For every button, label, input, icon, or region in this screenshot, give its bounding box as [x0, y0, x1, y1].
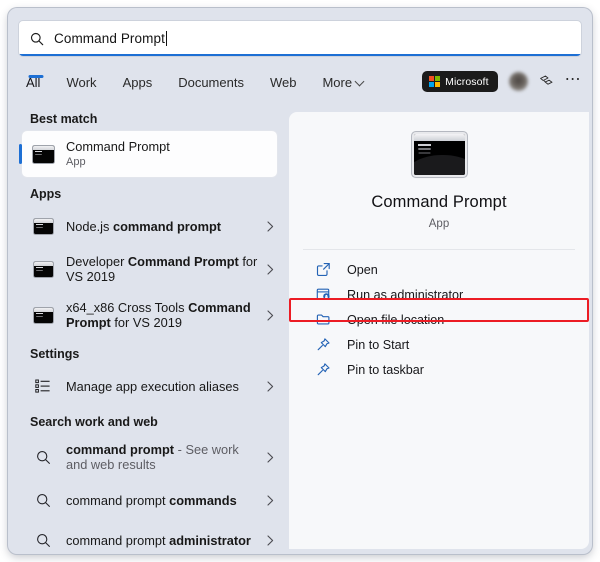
text-caret	[165, 31, 167, 46]
section-heading-settings: Settings	[30, 347, 80, 361]
tab-actions: Microsoft ⋯	[422, 71, 582, 92]
preview-title: Command Prompt	[371, 193, 507, 211]
section-best-match: Best match Command Prompt App	[8, 112, 289, 177]
pin-icon	[315, 336, 332, 353]
command-prompt-icon	[32, 215, 54, 237]
tab-work-label: Work	[66, 75, 97, 90]
preview-actions: Open Run as administrator Open file loca…	[289, 257, 589, 382]
preview-subtitle: App	[428, 218, 450, 230]
result-item-text: Node.js command prompt	[66, 219, 263, 234]
tab-apps-label: Apps	[122, 75, 153, 90]
web-result-title: command prompt commands	[66, 492, 237, 508]
web-result-text: command prompt administrator	[66, 533, 263, 548]
action-label: Pin to Start	[347, 337, 410, 352]
result-item-x64-cross-tools-command-prompt[interactable]: x64_x86 Cross Tools Command Prompt for V…	[22, 292, 277, 338]
result-item-title: Node.js command prompt	[66, 218, 222, 234]
action-label: Open	[347, 262, 378, 277]
section-heading-best-match: Best match	[30, 112, 98, 126]
result-item-text: Developer Command Prompt for VS 2019	[66, 254, 263, 284]
result-item-command-prompt[interactable]: Command Prompt App	[22, 131, 277, 177]
section-search-work-and-web: Search work and web command prompt - See…	[8, 415, 289, 554]
avatar[interactable]	[508, 72, 528, 91]
microsoft-logo-icon	[429, 76, 441, 87]
action-label: Run as administrator	[347, 287, 464, 302]
search-icon	[30, 32, 44, 46]
chevron-down-icon	[354, 76, 365, 86]
preview-panel: Command Prompt App Open Run as administr…	[289, 112, 589, 549]
web-result-command-prompt-administrator[interactable]: command prompt administrator	[22, 520, 277, 554]
result-item-manage-app-execution-aliases[interactable]: Manage app execution aliases	[22, 366, 277, 406]
tab-more[interactable]: More	[309, 70, 376, 90]
search-bar: Command Prompt	[18, 20, 582, 57]
action-label: Pin to taskbar	[347, 362, 425, 377]
tab-work[interactable]: Work	[53, 70, 109, 90]
search-query-text: Command Prompt	[54, 31, 165, 46]
tab-strip: All Work Apps Documents Web More Microso…	[18, 70, 582, 106]
run-as-admin-icon	[315, 286, 332, 303]
pin-icon	[315, 361, 332, 378]
tab-documents-label: Documents	[178, 75, 244, 90]
result-item-subtitle: App	[66, 156, 86, 168]
chevron-right-icon[interactable]	[263, 494, 277, 506]
more-options-icon[interactable]: ⋯	[565, 71, 582, 89]
section-apps: Apps Node.js command prompt Developer Co…	[8, 187, 289, 338]
microsoft-badge-label: Microsoft	[445, 75, 489, 88]
action-open-file-location[interactable]: Open file location	[298, 307, 580, 332]
settings-list-icon	[32, 375, 54, 397]
result-item-text: Manage app execution aliases	[66, 379, 263, 394]
command-prompt-icon	[413, 134, 465, 175]
action-open[interactable]: Open	[298, 257, 580, 282]
result-item-title: Command Prompt	[66, 139, 170, 154]
section-heading-search-work-and-web: Search work and web	[30, 415, 158, 429]
section-heading-apps: Apps	[30, 187, 62, 201]
results-body: Best match Command Prompt App Apps Node.…	[8, 112, 592, 554]
web-result-text: command prompt commands	[66, 493, 263, 508]
windows-search-window: Command Prompt All Work Apps Documents W…	[8, 8, 592, 554]
action-label: Open file location	[347, 312, 445, 327]
result-item-nodejs-command-prompt[interactable]: Node.js command prompt	[22, 206, 277, 246]
tab-more-label: More	[322, 75, 353, 90]
result-item-title: Developer Command Prompt for VS 2019	[66, 254, 258, 284]
chevron-right-icon[interactable]	[263, 309, 277, 321]
section-settings: Settings Manage app execution aliases	[8, 347, 289, 406]
command-prompt-icon	[32, 143, 54, 165]
web-result-command-prompt-commands[interactable]: command prompt commands	[22, 480, 277, 520]
preview-hero: Command Prompt App	[289, 112, 589, 230]
divider	[303, 249, 575, 250]
results-list: Best match Command Prompt App Apps Node.…	[8, 112, 289, 554]
feedback-icon[interactable]	[539, 74, 554, 89]
action-pin-to-taskbar[interactable]: Pin to taskbar	[298, 357, 580, 382]
result-item-developer-command-prompt[interactable]: Developer Command Prompt for VS 2019	[22, 246, 277, 292]
web-result-title: command prompt administrator	[66, 532, 251, 548]
result-item-text: Command Prompt App	[66, 139, 277, 169]
search-icon	[32, 446, 54, 468]
chevron-right-icon[interactable]	[263, 380, 277, 392]
action-run-as-administrator[interactable]: Run as administrator	[298, 282, 580, 307]
search-input[interactable]: Command Prompt	[18, 20, 582, 57]
tab-all-label: All	[26, 75, 41, 90]
command-prompt-icon	[32, 304, 54, 326]
tab-documents[interactable]: Documents	[165, 70, 257, 90]
chevron-right-icon[interactable]	[263, 451, 277, 463]
command-prompt-icon	[32, 258, 54, 280]
tab-all[interactable]: All	[18, 70, 53, 90]
open-external-icon	[315, 261, 332, 278]
web-result-see-work-and-web-results[interactable]: command prompt - See work and web result…	[22, 434, 277, 480]
folder-icon	[315, 311, 332, 328]
tab-web-label: Web	[269, 75, 297, 90]
microsoft-badge[interactable]: Microsoft	[422, 71, 498, 92]
tab-web[interactable]: Web	[257, 70, 310, 90]
web-result-title: command prompt - See work and web result…	[66, 442, 239, 472]
result-item-title: Manage app execution aliases	[66, 378, 239, 394]
chevron-right-icon[interactable]	[263, 220, 277, 232]
chevron-right-icon[interactable]	[263, 534, 277, 546]
chevron-right-icon[interactable]	[263, 263, 277, 275]
result-item-title: x64_x86 Cross Tools Command Prompt for V…	[66, 300, 251, 330]
tab-apps[interactable]: Apps	[110, 70, 166, 90]
web-result-text: command prompt - See work and web result…	[66, 442, 263, 472]
action-pin-to-start[interactable]: Pin to Start	[298, 332, 580, 357]
search-icon	[32, 529, 54, 551]
search-icon	[32, 489, 54, 511]
result-item-text: x64_x86 Cross Tools Command Prompt for V…	[66, 300, 263, 330]
